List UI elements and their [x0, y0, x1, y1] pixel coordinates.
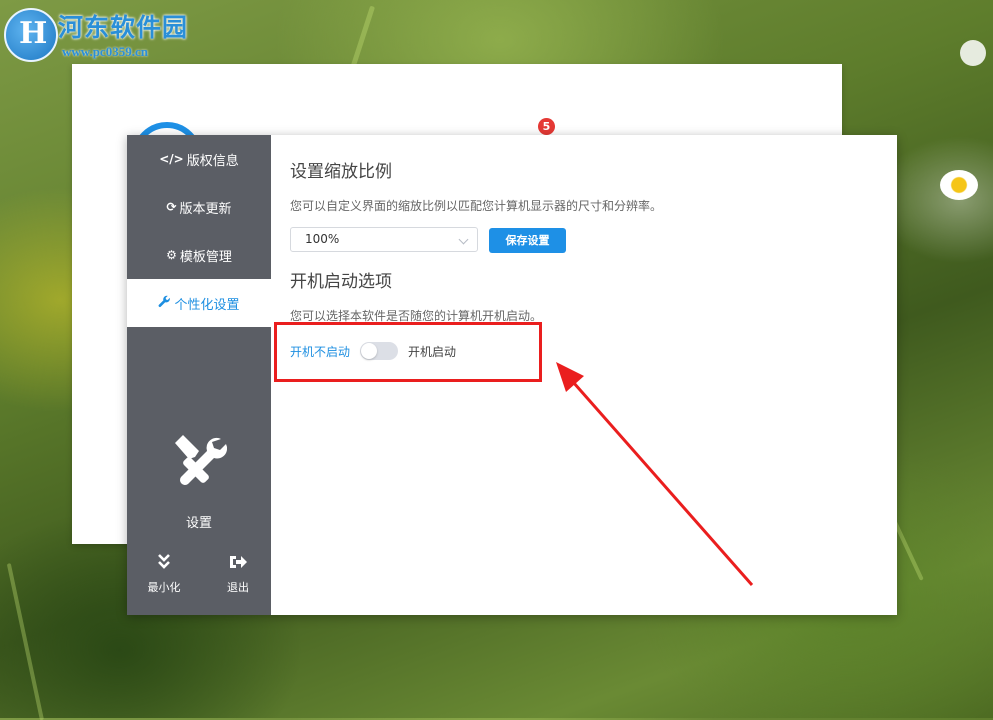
watermark-title: 河东软件园 — [58, 13, 189, 42]
exit-button[interactable]: 退出 — [213, 553, 263, 595]
chevron-down-icon — [458, 234, 469, 245]
minimize-button[interactable]: 最小化 — [139, 553, 189, 595]
minimize-label: 最小化 — [147, 581, 181, 594]
sidebar-item-personalize[interactable]: 个性化设置 — [127, 279, 271, 327]
zoom-select-value: 100% — [305, 232, 340, 246]
annotation-highlight-box — [274, 322, 542, 382]
sidebar-item-label: 版本更新 — [179, 201, 232, 217]
daisy-decoration — [940, 170, 978, 200]
watermark: H 河东软件园 www.pc0359.cn — [0, 2, 210, 62]
gear-icon: ⚙ — [166, 248, 177, 262]
sign-out-icon — [213, 553, 263, 573]
zoom-section-desc: 您可以自定义界面的缩放比例以匹配您计算机显示器的尺寸和分辨率。 — [290, 199, 663, 213]
daisy-decoration — [960, 40, 986, 66]
sidebar-item-copyright[interactable]: </> 版权信息 — [127, 135, 271, 183]
watermark-url: www.pc0359.cn — [62, 44, 148, 59]
exit-label: 退出 — [227, 581, 249, 594]
chevrons-down-icon — [139, 553, 189, 573]
sidebar-item-update[interactable]: ⟳ 版本更新 — [127, 183, 271, 231]
sidebar-item-label: 版权信息 — [186, 153, 239, 169]
zoom-section-title: 设置缩放比例 — [290, 162, 392, 182]
sidebar-item-templates[interactable]: ⚙ 模板管理 — [127, 231, 271, 279]
wrench-icon — [158, 295, 171, 311]
sidebar-section-title: 设置 — [185, 516, 212, 531]
zoom-select[interactable]: 100% — [290, 227, 478, 252]
code-icon: </> — [159, 152, 184, 166]
tools-icon — [169, 431, 229, 491]
notification-badge: 5 — [538, 118, 555, 135]
sidebar-item-label: 个性化设置 — [174, 297, 240, 313]
watermark-logo-icon: H — [4, 8, 58, 62]
grass-decoration — [6, 563, 44, 720]
save-settings-button[interactable]: 保存设置 — [489, 228, 566, 253]
startup-section-title: 开机启动选项 — [290, 272, 392, 292]
refresh-icon: ⟳ — [166, 200, 177, 214]
sidebar-item-label: 模板管理 — [179, 249, 232, 265]
settings-sidebar: </> 版权信息 ⟳ 版本更新 ⚙ 模板管理 个性化设置 设置 最小化 退出 — [127, 135, 271, 615]
